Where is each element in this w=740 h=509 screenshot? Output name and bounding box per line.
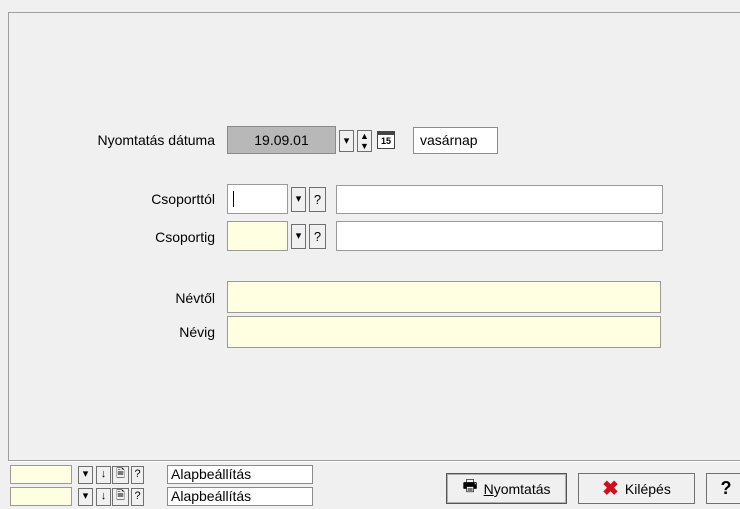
preset-2-input[interactable] bbox=[10, 487, 72, 506]
arrow-down-icon: ↓ bbox=[100, 468, 107, 480]
preset-2-load-button[interactable]: ↓ bbox=[96, 488, 111, 506]
name-to-label: Névig bbox=[179, 324, 215, 340]
print-button-label: Nyomtatás bbox=[483, 480, 551, 497]
chevron-down-icon: ▾ bbox=[295, 193, 302, 205]
chevron-down-icon: ▾ bbox=[343, 135, 350, 147]
preset-1-document-button[interactable]: 🗎 bbox=[112, 466, 129, 484]
exit-button[interactable]: ✖ Kilépés bbox=[578, 473, 695, 504]
print-date-label: Nyomtatás dátuma bbox=[97, 132, 216, 148]
group-to-dropdown-button[interactable]: ▾ bbox=[291, 224, 306, 249]
exit-button-label: Kilépés bbox=[624, 480, 671, 497]
date-spin-button[interactable]: ▲ ▼ bbox=[357, 130, 372, 152]
help-button[interactable]: ? bbox=[706, 473, 740, 504]
spin-arrows-icon: ▲ ▼ bbox=[360, 131, 369, 151]
document-icon: 🗎 bbox=[116, 490, 125, 502]
name-from-input[interactable] bbox=[227, 281, 661, 313]
group-to-name-field bbox=[336, 221, 663, 251]
preset-2-dropdown-button[interactable]: ▾ bbox=[78, 488, 93, 506]
preset-2-document-button[interactable]: 🗎 bbox=[112, 488, 129, 506]
preset-1-load-button[interactable]: ↓ bbox=[96, 466, 111, 484]
preset-2-help-button[interactable]: ? bbox=[131, 488, 144, 506]
print-button[interactable]: 🖶 Nyomtatás bbox=[446, 473, 567, 504]
day-name-field: vasárnap bbox=[413, 127, 498, 154]
preset-1-dropdown-button[interactable]: ▾ bbox=[78, 466, 93, 484]
group-from-label: Csoporttól bbox=[151, 191, 215, 207]
group-from-help-button[interactable]: ? bbox=[309, 187, 326, 212]
group-to-help-button[interactable]: ? bbox=[309, 224, 326, 249]
chevron-down-icon: ▾ bbox=[295, 230, 302, 242]
text-cursor bbox=[233, 191, 234, 207]
preset-1-help-button[interactable]: ? bbox=[131, 466, 144, 484]
group-to-input[interactable] bbox=[227, 221, 288, 251]
preset-2-name: Alapbeállítás bbox=[167, 487, 313, 506]
arrow-down-icon: ↓ bbox=[100, 490, 107, 502]
printer-icon: 🖶 bbox=[462, 478, 478, 495]
calendar-icon[interactable]: 15 bbox=[377, 131, 395, 149]
group-from-dropdown-button[interactable]: ▾ bbox=[291, 187, 306, 212]
group-to-label: Csoportig bbox=[155, 229, 215, 245]
date-dropdown-button[interactable]: ▾ bbox=[339, 130, 354, 152]
document-icon: 🗎 bbox=[116, 468, 125, 480]
group-from-name-field bbox=[336, 185, 663, 214]
name-from-label: Névtől bbox=[175, 290, 215, 306]
group-from-input[interactable] bbox=[227, 184, 288, 214]
chevron-down-icon: ▾ bbox=[82, 490, 89, 502]
preset-1-name: Alapbeállítás bbox=[167, 465, 313, 484]
chevron-down-icon: ▾ bbox=[82, 468, 89, 480]
calendar-day-number: 15 bbox=[380, 136, 391, 146]
name-to-input[interactable] bbox=[227, 316, 661, 348]
close-icon: ✖ bbox=[602, 477, 619, 500]
print-date-field[interactable]: 19.09.01 bbox=[227, 126, 336, 154]
form-panel bbox=[0, 10, 740, 509]
preset-1-input[interactable] bbox=[10, 465, 72, 484]
